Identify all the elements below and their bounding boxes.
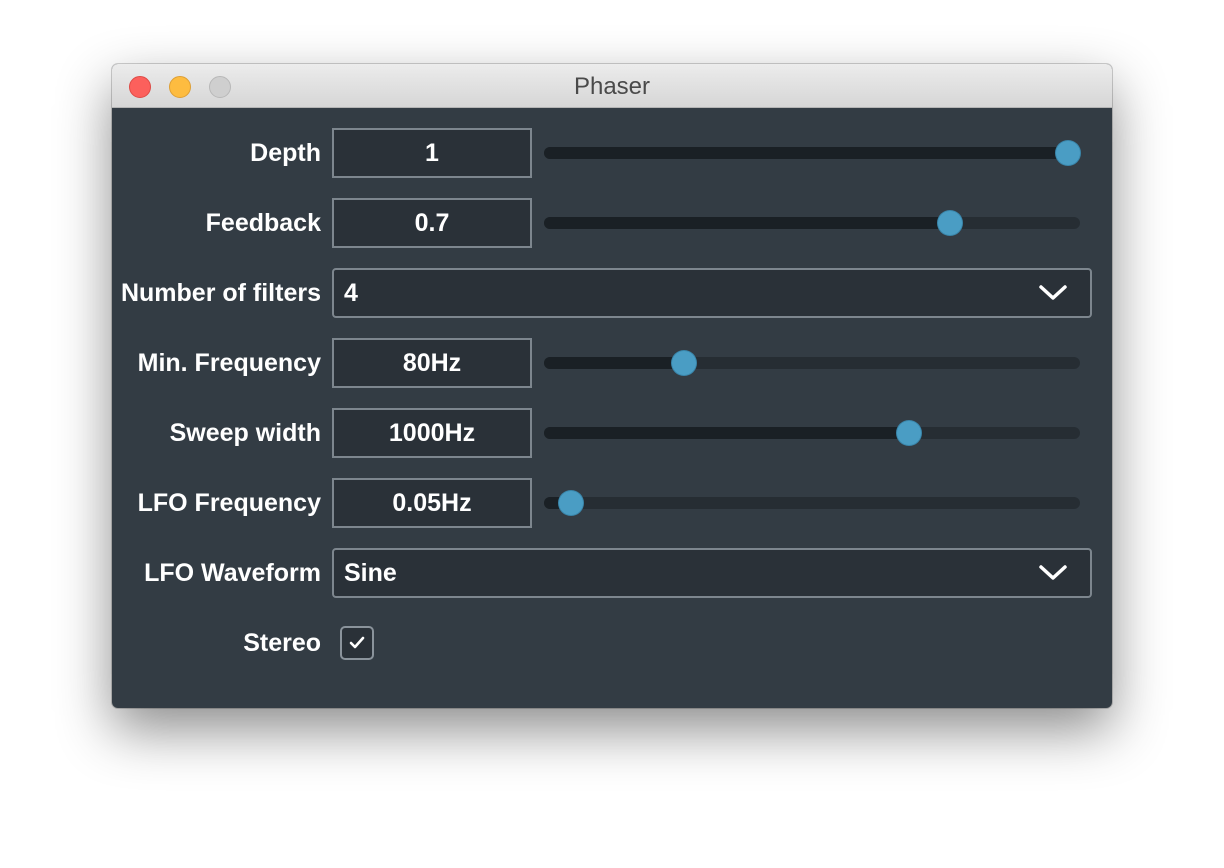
depth-label: Depth [250,139,321,167]
slider-track [544,217,1080,229]
feedback-label: Feedback [205,209,321,237]
sweep-width-value-field[interactable]: 1000Hz [332,408,532,458]
slider-track [544,497,1080,509]
slider-track [544,147,1080,159]
lfo-frequency-value-field[interactable]: 0.05Hz [332,478,532,528]
checkmark-icon [349,636,365,649]
slider-track [544,427,1080,439]
filters-dropdown[interactable]: 4 [332,268,1092,318]
lfo-frequency-label: LFO Frequency [137,489,321,517]
min-frequency-slider[interactable] [544,349,1080,377]
stereo-label: Stereo [243,629,321,657]
window-title: Phaser [573,73,651,100]
slider-track [544,357,1080,369]
slider-thumb[interactable] [1056,141,1080,165]
min-frequency-value-field[interactable]: 80Hz [332,338,532,388]
slider-fill [544,217,951,229]
min-frequency-label: Min. Frequency [137,349,321,377]
chevron-down-icon [1039,285,1067,300]
phaser-controls: Depth 1 Feedback 0.7 Number of filters 4… [112,108,1112,708]
slider-thumb[interactable] [938,211,963,235]
slider-thumb[interactable] [672,351,696,375]
slider-fill [544,147,1068,159]
lfo-frequency-slider[interactable] [544,489,1080,517]
slider-fill [544,357,684,369]
slider-thumb[interactable] [897,421,922,445]
depth-slider[interactable] [544,139,1080,167]
filters-label: Number of filters [120,279,321,307]
depth-value-field[interactable]: 1 [332,128,532,178]
feedback-slider[interactable] [544,209,1080,237]
chevron-down-icon [1039,565,1067,580]
stereo-checkbox[interactable] [340,626,374,660]
lfo-waveform-label: LFO Waveform [144,559,321,587]
filters-selected-value: 4 [344,279,358,307]
sweep-width-slider[interactable] [544,419,1080,447]
feedback-value-field[interactable]: 0.7 [332,198,532,248]
title-bar: Phaser [112,64,1112,108]
phaser-window: Phaser Depth 1 Feedback 0.7 Number of fi… [112,64,1112,708]
lfo-waveform-selected-value: Sine [344,559,397,587]
sweep-width-label: Sweep width [169,419,321,447]
lfo-waveform-dropdown[interactable]: Sine [332,548,1092,598]
slider-thumb[interactable] [559,491,584,515]
slider-fill [544,427,910,439]
